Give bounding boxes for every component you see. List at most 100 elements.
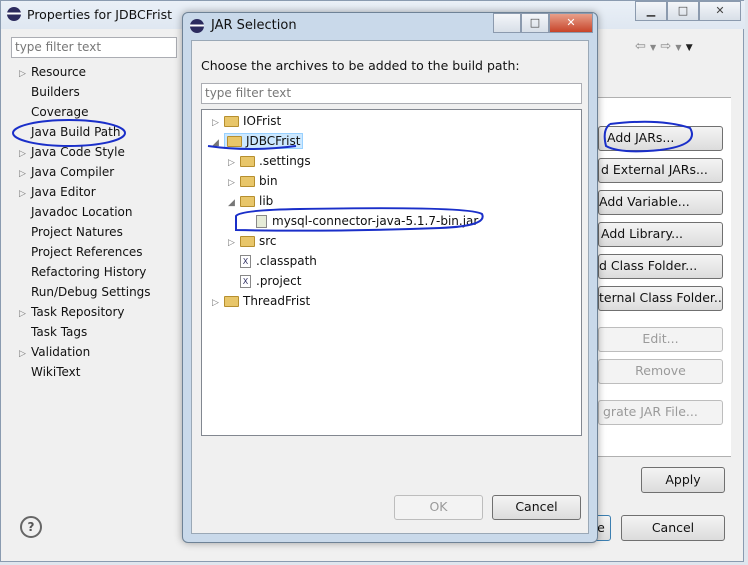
nav-item-label: Builders [31,85,80,99]
tree-node-label: .settings [259,154,311,168]
tree-node[interactable]: ▷ src [228,231,277,251]
folder-icon [240,236,255,247]
dialog-minimize-button[interactable] [493,13,521,33]
nav-item-label: Run/Debug Settings [31,285,151,299]
build-path-button[interactable]: d External JARs... [598,158,723,183]
project-icon [227,136,242,147]
tree-node[interactable]: ▷ bin [228,171,278,191]
dialog-filter-input[interactable]: type filter text [201,83,582,104]
nav-item-label: Java Build Path [31,125,121,139]
nav-item[interactable]: ▷ Java Code Style [19,142,125,162]
nav-item[interactable]: WikiText [19,362,81,382]
nav-item[interactable]: ▷ Java Compiler [19,162,114,182]
nav-item[interactable]: ▷ Java Editor [19,182,96,202]
tree-node-label: mysql-connector-java-5.1.7-bin.jar [272,214,479,228]
expand-icon[interactable]: ▷ [19,164,31,184]
cancel-button[interactable]: Cancel [621,515,725,541]
build-path-button[interactable]: Add JARs... [598,126,723,151]
dialog-body: Choose the archives to be added to the b… [191,40,589,534]
jar-icon [256,215,267,228]
nav-item[interactable]: Refactoring History [19,262,146,282]
menu-icon[interactable]: ▼ [686,43,693,53]
nav-item[interactable]: Javadoc Location [19,202,132,222]
button-label: Add Library... [601,226,684,241]
expand-icon[interactable]: ▷ [19,344,31,364]
help-icon[interactable]: ? [20,516,42,538]
tree-node-label: .classpath [256,254,317,268]
nav-item-label: Java Compiler [31,165,115,179]
tree-node[interactable]: ▷ ThreadFrist [212,291,310,311]
back-icon[interactable]: ⇦ [635,39,646,54]
tree-node-label: bin [259,174,278,188]
expand-icon[interactable]: ▷ [19,304,31,324]
build-path-button[interactable]: Add Library... [598,222,723,247]
toggle-icon[interactable]: ▷ [212,293,224,313]
toggle-icon[interactable]: ◢ [228,193,240,213]
nav-item[interactable]: Builders [19,82,80,102]
maximize-button[interactable]: □ [667,1,699,21]
dialog-title: JAR Selection [211,18,297,33]
nav-item[interactable]: Project References [19,242,143,262]
toggle-icon[interactable]: ◢ [212,133,224,153]
build-path-button[interactable]: d Class Folder... [598,254,723,279]
project-icon [224,116,239,127]
nav-item[interactable]: ▷ Task Repository [19,302,125,322]
nav-item[interactable]: Task Tags [19,322,87,342]
build-path-button[interactable]: Edit... [598,327,723,352]
project-icon [224,296,239,307]
nav-item[interactable]: Coverage [19,102,89,122]
button-label: d Class Folder... [599,258,698,273]
dialog-close-button[interactable]: ✕ [549,13,593,33]
tree-node[interactable]: ◢ JDBCFrist [212,131,304,153]
toggle-icon[interactable]: ▷ [212,113,224,133]
nav-item[interactable]: ▷ Validation [19,342,90,362]
file-icon: X [240,275,251,288]
nav-item-label: Project References [31,245,143,259]
expand-icon[interactable]: ▷ [19,184,31,204]
button-label: ternal Class Folder... [599,290,723,305]
minimize-button[interactable]: ▁ [635,1,667,21]
build-path-button[interactable]: Remove [598,359,723,384]
close-button[interactable]: ✕ [699,1,741,21]
toggle-icon[interactable]: ▷ [228,233,240,253]
jar-tree: ▷ IOFrist ◢ JDBCFrist ▷ .settings ▷ bin ◢ lib mysq… [201,109,582,436]
tree-node[interactable]: X .classpath [228,251,317,271]
tree-node[interactable]: ▷ .settings [228,151,311,171]
nav-item-label: WikiText [31,365,81,379]
tree-node[interactable]: X .project [228,271,301,291]
dialog-maximize-button[interactable]: □ [521,13,549,33]
ok-label: OK [429,499,448,514]
nav-item-label: Java Editor [31,185,96,199]
button-label: Add Variable... [599,194,690,209]
expand-icon[interactable]: ▷ [19,144,31,164]
eclipse-icon [190,19,204,33]
cancel-button[interactable]: Cancel [492,495,581,520]
expand-icon[interactable]: ▷ [19,64,31,84]
tree-node-label: JDBCFrist [246,134,301,148]
cancel-label: Cancel [651,520,695,535]
nav-item-label: Project Natures [31,225,123,239]
apply-button[interactable]: Apply [641,467,725,493]
tree-node[interactable]: ▷ IOFrist [212,111,281,131]
tree-node-label: IOFrist [243,114,282,128]
build-path-button[interactable]: grate JAR File... [598,400,723,425]
button-label: grate JAR File... [603,404,698,419]
folder-icon [240,196,255,207]
apply-label: Apply [665,472,701,487]
build-path-button[interactable]: ternal Class Folder... [598,286,723,311]
nav-item[interactable]: Java Build Path [19,122,120,142]
ok-button[interactable]: OK [394,495,483,520]
toggle-icon[interactable]: ▷ [228,173,240,193]
nav-item[interactable]: Project Natures [19,222,123,242]
nav-item[interactable]: ▷ Resource [19,62,86,82]
toggle-icon[interactable]: ▷ [228,153,240,173]
forward-icon[interactable]: ⇨ [660,39,671,54]
tree-node[interactable]: ◢ lib [228,191,273,211]
tree-node[interactable]: mysql-connector-java-5.1.7-bin.jar [244,211,478,231]
folder-icon [240,156,255,167]
nav-item-label: Task Repository [31,305,125,319]
build-path-button[interactable]: Add Variable... [598,190,723,215]
button-label: Remove [635,363,686,378]
filter-input[interactable]: type filter text [11,37,177,58]
nav-item[interactable]: Run/Debug Settings [19,282,151,302]
